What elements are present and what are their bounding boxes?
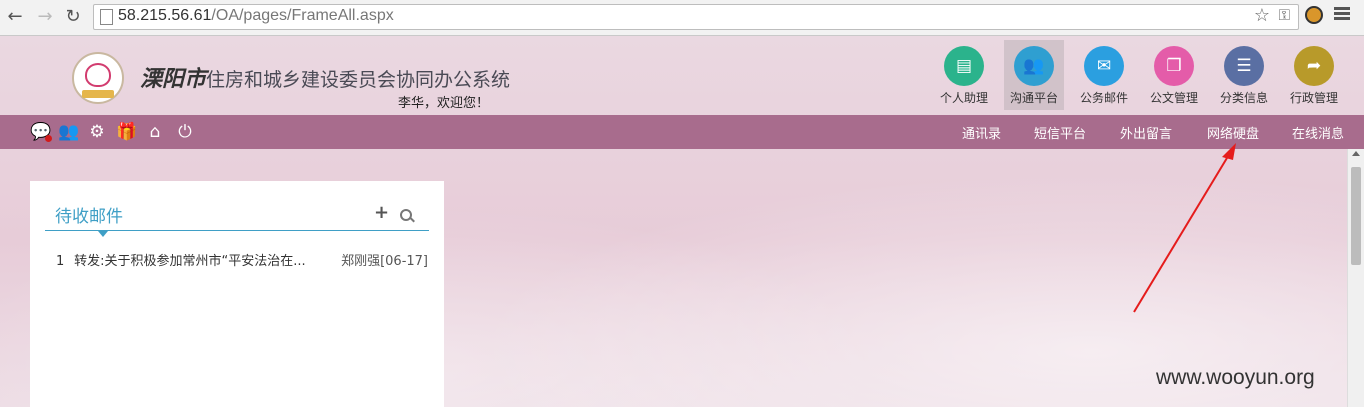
- browser-menu-icon[interactable]: [1334, 5, 1350, 22]
- top-nav-label: 行政管理: [1289, 91, 1338, 105]
- menu-bar: 💬 👥 ⚙ 🎁 ⌂ ⏻ 通讯录 短信平台 外出留言 网络硬盘 在线消息: [0, 115, 1364, 149]
- list-item[interactable]: 1 转发:关于积极参加常州市“平安法治在... 郑刚强[06-17]: [56, 250, 428, 269]
- menu-link-online-messages[interactable]: 在线消息: [1292, 123, 1344, 142]
- back-icon[interactable]: ←: [4, 6, 26, 28]
- mail-index: 1: [56, 254, 65, 269]
- top-nav-document-management[interactable]: ❐ 公文管理: [1144, 40, 1204, 110]
- page-content: 溧阳市住房和城乡建设委员会协同办公系统 李华，欢迎您！ ▤ 个人助理 👥 沟通平…: [0, 36, 1364, 407]
- key-icon[interactable]: ⚿: [1279, 6, 1290, 24]
- top-nav-administration[interactable]: ➦ 行政管理: [1284, 40, 1344, 110]
- top-nav-personal-assistant[interactable]: ▤ 个人助理: [934, 40, 994, 110]
- site-logo: [72, 52, 124, 104]
- site-title-city: 溧阳市: [140, 67, 207, 92]
- top-nav-label: 沟通平台: [1009, 91, 1058, 105]
- chat-icon[interactable]: 💬: [30, 122, 52, 142]
- watermark: www.wooyun.org: [1156, 366, 1315, 389]
- home-icon[interactable]: ⌂: [145, 122, 165, 142]
- address-bar[interactable]: 58.215.56.61/OA/pages/FrameAll.aspx ☆ ⚿: [93, 4, 1299, 30]
- menu-link-away-message[interactable]: 外出留言: [1120, 123, 1172, 142]
- site-title-rest: 住房和城乡建设委员会协同办公系统: [206, 69, 511, 91]
- scroll-up-icon[interactable]: [1352, 151, 1360, 156]
- top-nav-official-mail[interactable]: ✉ 公务邮件: [1074, 40, 1134, 110]
- folder-icon: ➦: [1294, 46, 1334, 86]
- reload-icon[interactable]: ↻: [62, 6, 84, 28]
- scrollbar-thumb[interactable]: [1351, 167, 1361, 265]
- top-nav-communication[interactable]: 👥 沟通平台: [1004, 40, 1064, 110]
- logo-heart-icon: [85, 63, 111, 87]
- power-icon[interactable]: ⏻: [175, 122, 195, 142]
- users-icon[interactable]: 👥: [58, 122, 79, 142]
- page-scrollbar[interactable]: [1347, 149, 1364, 407]
- menu-link-sms-platform[interactable]: 短信平台: [1034, 123, 1086, 142]
- menu-link-network-disk[interactable]: 网络硬盘: [1207, 123, 1259, 142]
- panel-notch: [98, 231, 108, 237]
- menu-link-contacts[interactable]: 通讯录: [962, 123, 1001, 142]
- top-nav-label: 个人助理: [939, 91, 988, 105]
- bookmark-star-icon[interactable]: ☆: [1254, 5, 1270, 26]
- pending-mail-panel: 待收邮件 + 1 转发:关于积极参加常州市“平安法治在... 郑刚强[06-17…: [30, 181, 444, 407]
- documents-icon: ❐: [1154, 46, 1194, 86]
- panel-title: 待收邮件: [55, 207, 123, 227]
- page-icon: [100, 9, 113, 25]
- site-title: 溧阳市住房和城乡建设委员会协同办公系统: [140, 61, 510, 93]
- top-nav-label: 公务邮件: [1079, 91, 1128, 105]
- top-nav-label: 分类信息: [1219, 91, 1268, 105]
- browser-toolbar: ← → ↻ 58.215.56.61/OA/pages/FrameAll.asp…: [0, 0, 1364, 36]
- welcome-text: 李华，欢迎您！: [398, 96, 490, 111]
- forward-icon[interactable]: →: [34, 6, 56, 28]
- top-nav-category-info[interactable]: ☰ 分类信息: [1214, 40, 1274, 110]
- mail-subject[interactable]: 转发:关于积极参加常州市“平安法治在...: [74, 250, 336, 269]
- mail-sender-date: 郑刚强[06-17]: [341, 254, 428, 269]
- list-icon: ☰: [1224, 46, 1264, 86]
- cabinet-icon: ▤: [944, 46, 984, 86]
- url-text: 58.215.56.61/OA/pages/FrameAll.aspx: [118, 7, 394, 24]
- search-icon[interactable]: [400, 209, 412, 221]
- logo-ribbon: [82, 90, 114, 98]
- users-icon: 👥: [1014, 46, 1054, 86]
- top-nav-label: 公文管理: [1149, 91, 1198, 105]
- add-icon[interactable]: +: [374, 204, 389, 222]
- gift-icon[interactable]: 🎁: [116, 122, 137, 142]
- notification-dot: [45, 135, 52, 142]
- gear-icon[interactable]: ⚙: [87, 122, 107, 142]
- mail-icon: ✉: [1084, 46, 1124, 86]
- extension-icon[interactable]: [1305, 6, 1323, 24]
